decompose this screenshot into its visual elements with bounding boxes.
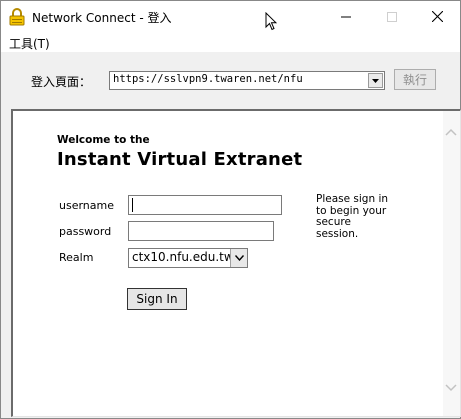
password-label: password [59,225,112,238]
realm-label: Realm [59,251,94,264]
app-window: Network Connect - 登入 工具(T) 登入頁面： https:/… [0,0,461,419]
close-icon [431,7,443,26]
chevron-up-icon[interactable] [445,121,457,140]
login-page-url-combobox[interactable]: https://sslvpn9.twaren.net/nfu [109,71,385,90]
vertical-scrollbar[interactable] [443,111,460,416]
execute-button[interactable]: 執行 [394,69,436,90]
username-field[interactable] [128,195,282,215]
lock-icon [9,8,25,26]
text-caret [132,198,133,212]
chevron-down-icon[interactable] [368,73,383,88]
login-page-label: 登入頁面： [31,75,92,89]
sign-in-hint: Please sign in to begin your secure sess… [316,193,389,240]
realm-value: ctx10.nfu.edu.tw [132,250,234,264]
chevron-down-icon[interactable] [230,249,247,267]
maximize-button[interactable] [369,1,415,32]
title-bar[interactable]: Network Connect - 登入 [1,1,460,32]
close-button[interactable] [414,1,460,32]
password-field[interactable] [128,221,274,241]
login-web-frame: Welcome to the Instant Virtual Extranet … [11,109,461,417]
chevron-down-icon[interactable] [445,377,457,396]
page-title: Instant Virtual Extranet [57,149,303,170]
window-title: Network Connect - 登入 [32,11,172,25]
minimize-icon [341,7,351,26]
login-page-url-value: https://sslvpn9.twaren.net/nfu [113,73,303,85]
menu-tools[interactable]: 工具(T) [9,35,50,52]
welcome-text: Welcome to the [57,134,150,146]
minimize-button[interactable] [323,1,369,32]
username-label: username [59,199,114,212]
sign-in-button[interactable]: Sign In [127,288,187,310]
realm-select[interactable]: ctx10.nfu.edu.tw [128,248,248,268]
menu-bar: 工具(T) [1,32,460,52]
maximize-icon [387,7,397,26]
